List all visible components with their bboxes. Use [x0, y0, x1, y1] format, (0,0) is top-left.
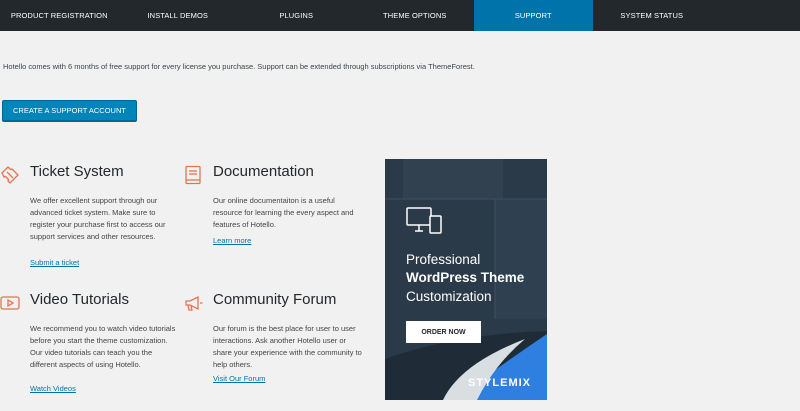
- tab-install-demos[interactable]: Install Demos: [119, 0, 238, 31]
- monitor-devices-icon: [406, 207, 442, 234]
- ticket-system-description: We offer excellent support through our a…: [30, 196, 166, 241]
- video-tutorials-title: Video Tutorials: [30, 291, 129, 308]
- video-play-icon: [0, 296, 20, 310]
- order-now-button[interactable]: Order Now: [406, 321, 481, 343]
- submit-ticket-link[interactable]: Submit a ticket: [30, 258, 79, 267]
- community-forum-card: Community Forum Our forum is the best pl…: [183, 291, 363, 391]
- tab-system-status[interactable]: System Status: [593, 0, 712, 31]
- ticket-system-card: Ticket System We offer excellent support…: [0, 163, 180, 273]
- video-tutorials-card: Video Tutorials We recommend you to watc…: [0, 291, 180, 401]
- support-intro-text: Hotello comes with 6 months of free supp…: [3, 62, 475, 71]
- ticket-system-title: Ticket System: [30, 163, 124, 180]
- documentation-card: Documentation Our online documentaiton i…: [183, 163, 363, 253]
- tab-support[interactable]: Support: [474, 0, 593, 31]
- video-tutorials-description: We recommend you to watch video tutorial…: [30, 324, 176, 369]
- watch-videos-link[interactable]: Watch Videos: [30, 384, 76, 393]
- banner-line-professional: Professional: [406, 252, 481, 267]
- stylemix-logo: STYLEMIX: [468, 377, 532, 389]
- community-forum-description: Our forum is the best place for user to …: [213, 324, 362, 369]
- create-support-account-button[interactable]: Create a Support Account: [2, 100, 137, 121]
- megaphone-icon: [185, 295, 203, 311]
- tab-theme-options[interactable]: Theme Options: [356, 0, 475, 31]
- ticket-icon: [1, 166, 19, 184]
- tab-plugins[interactable]: Plugins: [237, 0, 356, 31]
- community-forum-title: Community Forum: [213, 291, 337, 308]
- documentation-description: Our online documentaiton is a useful res…: [213, 196, 354, 229]
- customization-ad-banner[interactable]: Professional WordPress Theme Customizati…: [385, 159, 547, 400]
- banner-line-wordpress-theme: WordPress Theme: [406, 270, 525, 285]
- tab-product-registration[interactable]: Product Registration: [0, 0, 119, 31]
- book-icon: [185, 165, 201, 185]
- learn-more-link[interactable]: Learn more: [213, 236, 251, 245]
- documentation-title: Documentation: [213, 163, 314, 180]
- banner-line-customization: Customization: [406, 289, 492, 304]
- visit-forum-link[interactable]: Visit Our Forum: [213, 374, 265, 383]
- top-tab-bar: Product Registration Install Demos Plugi…: [0, 0, 800, 31]
